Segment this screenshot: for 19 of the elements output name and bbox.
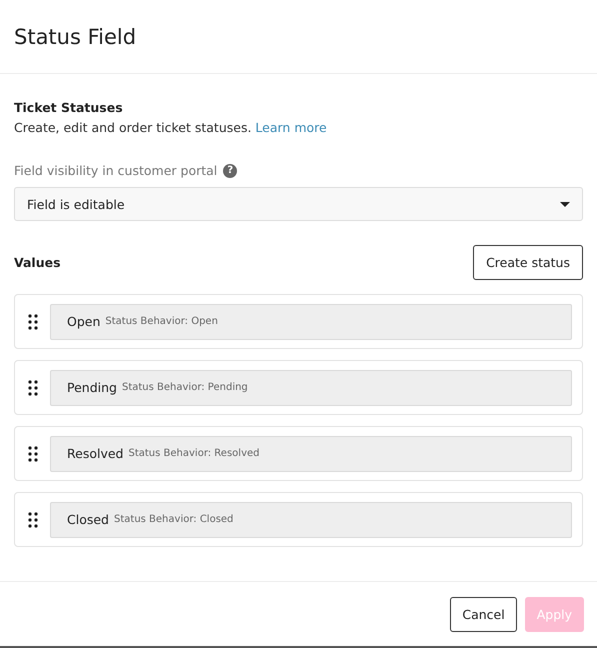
values-title: Values [14,255,61,270]
create-status-button[interactable]: Create status [473,245,583,280]
status-item[interactable]: Pending Status Behavior: Pending [50,370,572,406]
drag-handle-icon[interactable] [28,446,38,462]
status-item[interactable]: Open Status Behavior: Open [50,304,572,340]
drag-handle-icon[interactable] [28,314,38,330]
caret-icon [560,202,570,206]
learn-more-link[interactable]: Learn more [255,120,327,135]
help-icon[interactable]: ? [223,164,238,178]
drag-handle-icon[interactable] [28,512,38,528]
footer-button[interactable]: Cancel [450,596,517,632]
status-item[interactable]: Closed Status Behavior: Closed [50,502,572,538]
status-item[interactable]: Resolved Status Behavior: Resolved [50,436,572,472]
section-description: Create, edit and order ticket statuses. Learn more [14,120,328,135]
field-label: Field visibility in customer portal [14,163,218,178]
dialog-title: Status Field [14,24,136,48]
drag-handle-icon[interactable] [28,380,38,396]
visibility-dropdown[interactable]: Field is editable [14,187,583,221]
section-title: Ticket Statuses [14,100,124,115]
